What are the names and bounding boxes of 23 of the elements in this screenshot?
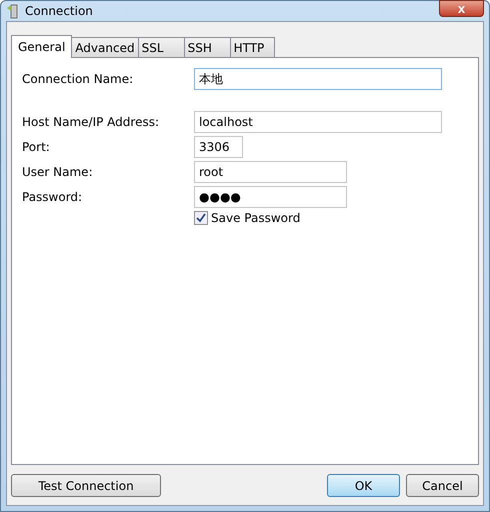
input-field[interactable]: root [194,161,347,183]
input-field[interactable]: 3306 [194,136,243,158]
cancel-button[interactable]: Cancel [406,474,479,497]
input-field[interactable]: ●●●● [194,186,347,208]
tab[interactable]: SSH [184,37,231,57]
input-field[interactable]: localhost [194,111,442,133]
input-field[interactable]: 本地 [194,68,442,90]
tab[interactable]: HTTP [230,37,275,57]
ok-button[interactable]: OK [327,474,400,497]
tab[interactable]: General [11,35,72,58]
tab[interactable]: SSL [138,37,185,57]
test-button[interactable]: Test Connection [11,474,161,497]
window-title: Connection [25,4,93,18]
field-label: Connection Name: [22,72,134,86]
app-icon [6,3,20,19]
close-button[interactable]: x [439,0,484,17]
field-label: Password: [22,190,84,204]
field-label: Port: [22,140,51,154]
field-label: Host Name/IP Address: [22,115,160,129]
tab[interactable]: Advanced [71,37,139,57]
field-label: User Name: [22,165,94,179]
checkbox[interactable] [194,211,208,225]
checkbox-label: Save Password [211,211,300,225]
